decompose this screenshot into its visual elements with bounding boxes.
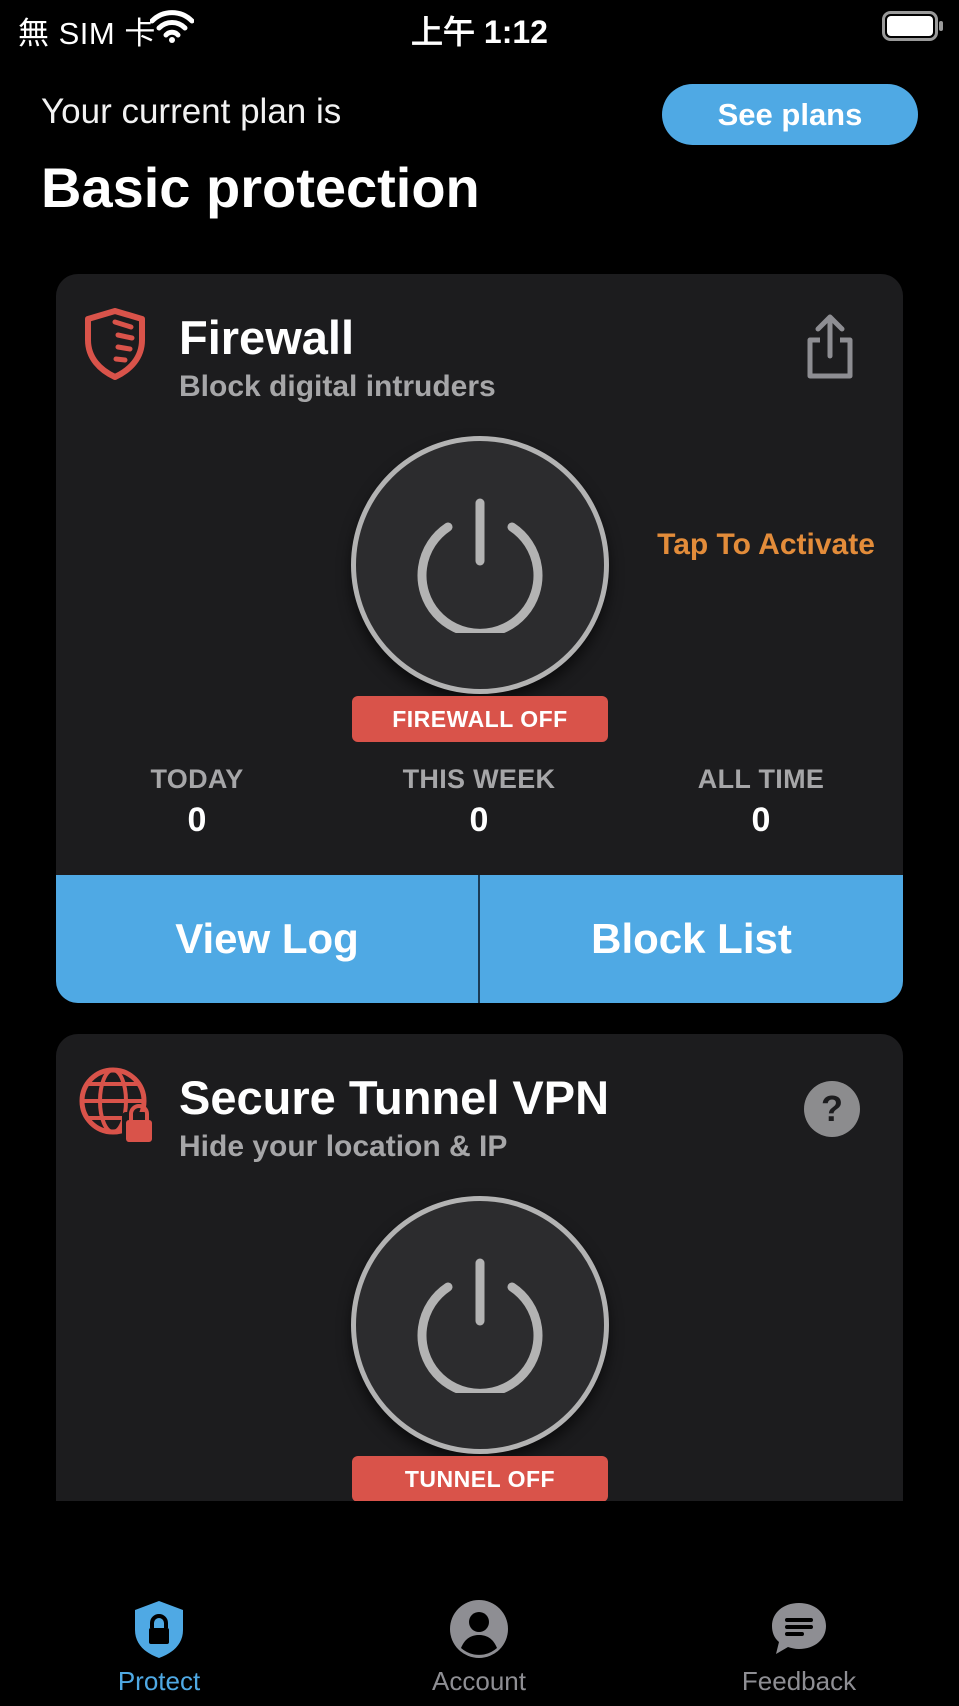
stat-today: TODAY 0	[67, 764, 327, 840]
stat-label: TODAY	[150, 764, 244, 794]
tab-label: Account	[432, 1666, 526, 1696]
tab-bar: Protect Account Feedback	[0, 1580, 959, 1706]
chat-bubble-icon	[772, 1603, 826, 1654]
plan-name: Basic protection	[41, 156, 480, 219]
status-bar: 無 SIM 卡 上午 1:12	[0, 0, 959, 54]
stat-label: ALL TIME	[697, 764, 825, 794]
vpn-card: Secure Tunnel VPN Hide your location & I…	[56, 1034, 903, 1501]
vpn-status-badge: TUNNEL OFF	[352, 1456, 608, 1501]
lock-shield-icon	[135, 1601, 183, 1658]
firewall-power-button[interactable]	[351, 436, 609, 694]
stat-value: 0	[469, 801, 489, 839]
stat-value: 0	[187, 801, 207, 839]
screen: 無 SIM 卡 上午 1:12 Your current plan is Bas…	[0, 0, 959, 1706]
view-log-button[interactable]: View Log	[56, 875, 478, 1003]
stat-label: THIS WEEK	[402, 764, 556, 794]
firewall-action-bar: View Log Block List	[56, 875, 903, 1003]
tab-label: Feedback	[741, 1666, 857, 1696]
firewall-card: Firewall Block digital intruders Tap To …	[56, 274, 903, 1003]
person-icon	[450, 1600, 508, 1658]
tab-account[interactable]: Account	[379, 1580, 579, 1706]
vpn-subtitle: Hide your location & IP	[179, 1130, 508, 1163]
see-plans-button[interactable]: See plans	[662, 84, 918, 145]
vpn-power-button[interactable]	[351, 1196, 609, 1454]
stat-value: 0	[751, 801, 771, 839]
tab-label: Protect	[117, 1666, 201, 1696]
firewall-subtitle: Block digital intruders	[179, 370, 496, 403]
battery-icon	[882, 11, 943, 41]
help-icon[interactable]: ?	[804, 1081, 860, 1137]
stat-all-time: ALL TIME 0	[631, 764, 891, 840]
block-list-button[interactable]: Block List	[480, 875, 903, 1003]
share-icon[interactable]	[802, 314, 858, 380]
tab-feedback[interactable]: Feedback	[699, 1580, 899, 1706]
power-icon	[417, 1258, 543, 1393]
globe-lock-icon	[79, 1067, 154, 1142]
plan-label: Your current plan is	[41, 92, 342, 131]
clock: 上午 1:12	[411, 14, 548, 50]
power-icon	[417, 498, 543, 633]
firewall-title: Firewall	[179, 311, 355, 364]
firewall-status-badge: FIREWALL OFF	[352, 696, 608, 742]
vpn-title: Secure Tunnel VPN	[179, 1071, 610, 1124]
tab-protect[interactable]: Protect	[59, 1580, 259, 1706]
shield-icon	[85, 308, 145, 380]
stat-this-week: THIS WEEK 0	[349, 764, 609, 840]
tap-to-activate-hint: Tap To Activate	[657, 528, 875, 561]
